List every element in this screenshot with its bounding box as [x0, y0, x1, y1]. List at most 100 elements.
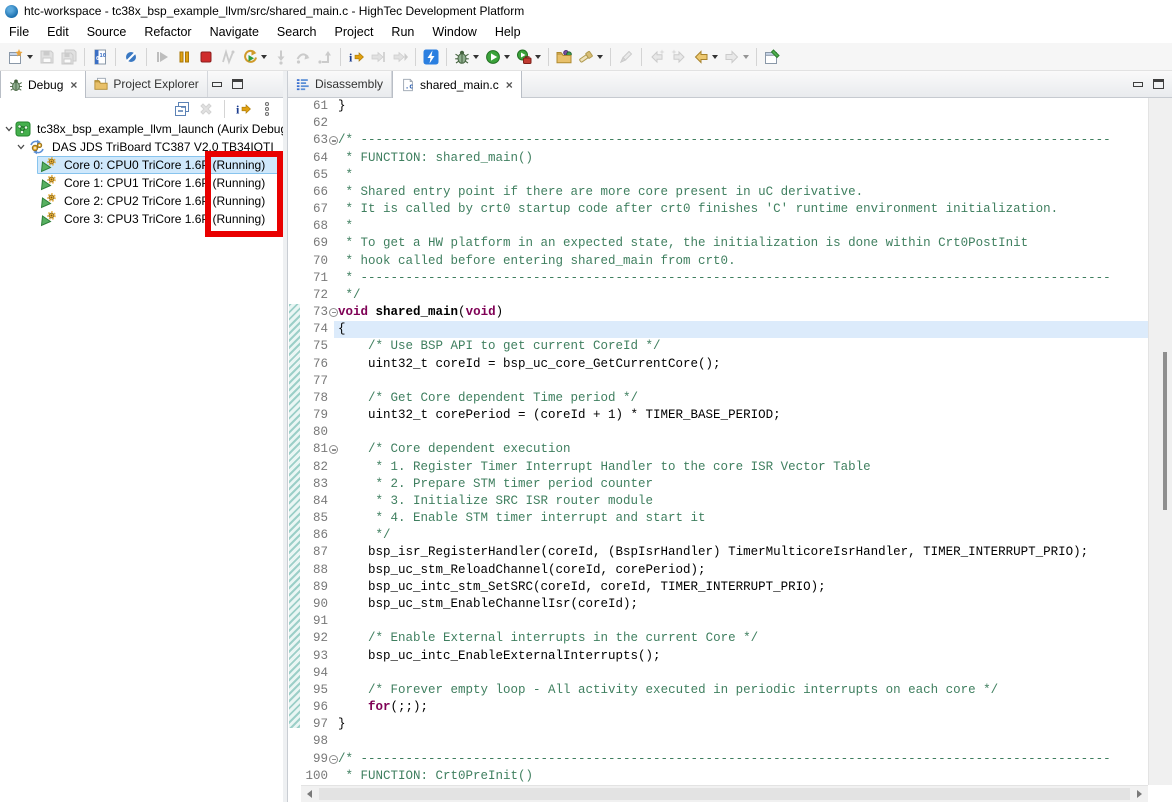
code-line[interactable]: 77: [301, 373, 1148, 390]
code-line[interactable]: 94: [301, 665, 1148, 682]
code-line[interactable]: 74 {: [301, 321, 1148, 339]
collapse-all-button[interactable]: [172, 99, 192, 119]
fold-collapse-icon[interactable]: [329, 308, 338, 318]
pin-editor-button[interactable]: [761, 45, 783, 69]
code-line[interactable]: 76 uint32_t coreId = bsp_uc_core_GetCurr…: [301, 356, 1148, 373]
menu-item-edit[interactable]: Edit: [38, 22, 78, 43]
dropdown-arrow-icon[interactable]: [712, 54, 718, 59]
dropdown-arrow-icon[interactable]: [743, 54, 749, 59]
code-line[interactable]: 93 bsp_uc_intc_EnableExternalInterrupts(…: [301, 648, 1148, 665]
menu-item-file[interactable]: File: [0, 22, 38, 43]
maximize-view-button[interactable]: [232, 79, 243, 89]
menu-item-window[interactable]: Window: [423, 22, 485, 43]
fold-collapse-icon[interactable]: [329, 754, 338, 764]
code-line[interactable]: 82 * 1. Register Timer Interrupt Handler…: [301, 459, 1148, 476]
tab-debug[interactable]: Debug ×: [0, 71, 87, 98]
scroll-right-arrow[interactable]: [1131, 786, 1148, 802]
maximize-editor-button[interactable]: [1153, 79, 1164, 89]
code-line[interactable]: 96 for(;;);: [301, 699, 1148, 716]
code-line[interactable]: 83 * 2. Prepare STM timer period counter: [301, 476, 1148, 493]
vertical-scrollbar-thumb[interactable]: [1163, 352, 1167, 510]
new-wizard-button[interactable]: [5, 45, 36, 69]
view-menu-button[interactable]: [257, 99, 277, 119]
dropdown-arrow-icon[interactable]: [535, 54, 541, 59]
menu-item-navigate[interactable]: Navigate: [201, 22, 268, 43]
restart-button[interactable]: [239, 45, 270, 69]
code-line[interactable]: 88 bsp_uc_stm_ReloadChannel(coreId, core…: [301, 562, 1148, 579]
tab-disassembly[interactable]: Disassembly: [288, 71, 393, 97]
code-line[interactable]: 84 * 3. Initialize SRC ISR router module: [301, 493, 1148, 510]
code-line[interactable]: 86 */: [301, 527, 1148, 544]
open-file-button[interactable]: [553, 45, 575, 69]
code-line[interactable]: 98: [301, 733, 1148, 750]
suspend-button[interactable]: [173, 45, 195, 69]
fold-collapse-icon[interactable]: [329, 136, 338, 146]
code-line[interactable]: 67 * It is called by crt0 startup code a…: [301, 201, 1148, 218]
code-line[interactable]: 62: [301, 115, 1148, 132]
menu-item-run[interactable]: Run: [382, 22, 423, 43]
close-icon[interactable]: ×: [68, 78, 77, 92]
code-line[interactable]: 91: [301, 613, 1148, 630]
code-line[interactable]: 85 * 4. Enable STM timer interrupt and s…: [301, 510, 1148, 527]
code-line[interactable]: 64 * FUNCTION: shared_main(): [301, 150, 1148, 167]
horizontal-scrollbar[interactable]: [301, 785, 1148, 802]
menu-item-help[interactable]: Help: [486, 22, 530, 43]
tab-project-explorer[interactable]: Project Explorer: [86, 71, 208, 97]
code-line[interactable]: 80: [301, 424, 1148, 441]
menu-item-search[interactable]: Search: [268, 22, 326, 43]
debug-button[interactable]: [451, 45, 482, 69]
chevron-down-icon[interactable]: [4, 124, 14, 134]
dropdown-arrow-icon[interactable]: [597, 54, 603, 59]
code-line[interactable]: 66 * Shared entry point if there are mor…: [301, 184, 1148, 201]
code-area[interactable]: 61} 62 63/* ------------------------------…: [301, 98, 1148, 785]
fold-collapse-icon[interactable]: [329, 445, 338, 455]
vertical-scrollbar[interactable]: [1148, 98, 1172, 785]
code-line[interactable]: 69 * To get a HW platform in an expected…: [301, 235, 1148, 252]
scroll-left-arrow[interactable]: [301, 786, 318, 802]
menu-item-project[interactable]: Project: [326, 22, 383, 43]
code-line[interactable]: 95 /* Forever empty loop - All activity …: [301, 682, 1148, 699]
run-button[interactable]: [482, 45, 513, 69]
code-line[interactable]: 73 void shared_main(void): [301, 304, 1148, 321]
skip-all-breakpoints-button[interactable]: [120, 45, 142, 69]
code-line[interactable]: 89 bsp_uc_intc_stm_SetSRC(coreId, coreId…: [301, 579, 1148, 596]
code-line[interactable]: 100 * FUNCTION: Crt0PreInit(): [301, 768, 1148, 785]
code-line[interactable]: 65 *: [301, 167, 1148, 184]
code-line[interactable]: 61}: [301, 98, 1148, 115]
menu-item-source[interactable]: Source: [78, 22, 136, 43]
debug-tree-node[interactable]: tc38x_bsp_example_llvm_launch (Aurix Deb…: [0, 120, 287, 138]
code-line[interactable]: 81 /* Core dependent execution: [301, 441, 1148, 458]
code-line[interactable]: 87 bsp_isr_RegisterHandler(coreId, (BspI…: [301, 544, 1148, 561]
code-line[interactable]: 78 /* Get Core dependent Time period */: [301, 390, 1148, 407]
horizontal-scrollbar-thumb[interactable]: [319, 788, 1130, 800]
terminate-button[interactable]: [195, 45, 217, 69]
close-icon[interactable]: ×: [504, 78, 513, 92]
minimize-editor-button[interactable]: [1133, 81, 1143, 87]
binary-file-button[interactable]: [89, 45, 111, 69]
code-line[interactable]: 72 */: [301, 287, 1148, 304]
code-line[interactable]: 68 *: [301, 218, 1148, 235]
code-line[interactable]: 92 /* Enable External interrupts in the …: [301, 630, 1148, 647]
minimize-view-button[interactable]: [212, 81, 222, 87]
dropdown-arrow-icon[interactable]: [504, 54, 510, 59]
instruction-stepping-button[interactable]: [345, 45, 367, 69]
instruction-stepping-toggle[interactable]: [233, 99, 253, 119]
dropdown-arrow-icon[interactable]: [261, 54, 267, 59]
tab-shared-main-c[interactable]: shared_main.c ×: [392, 71, 522, 98]
source-editor[interactable]: 61} 62 63/* ------------------------------…: [288, 98, 1172, 802]
dropdown-arrow-icon[interactable]: [27, 54, 33, 59]
code-line[interactable]: 97}: [301, 716, 1148, 733]
code-line[interactable]: 79 uint32_t corePeriod = (coreId + 1) * …: [301, 407, 1148, 424]
external-tools-button[interactable]: [513, 45, 544, 69]
code-line[interactable]: 70 * hook called before entering shared_…: [301, 253, 1148, 270]
code-line[interactable]: 99 /* -----------------------------------…: [301, 751, 1148, 768]
code-line[interactable]: 75 /* Use BSP API to get current CoreId …: [301, 338, 1148, 355]
chevron-down-icon[interactable]: [16, 142, 26, 152]
code-line[interactable]: 63 /* -----------------------------------…: [301, 132, 1148, 149]
flash-button[interactable]: [420, 45, 442, 69]
dropdown-arrow-icon[interactable]: [473, 54, 479, 59]
menu-item-refactor[interactable]: Refactor: [135, 22, 200, 43]
code-line[interactable]: 71 * -----------------------------------…: [301, 270, 1148, 287]
search-button[interactable]: [575, 45, 606, 69]
code-line[interactable]: 90 bsp_uc_stm_EnableChannelIsr(coreId);: [301, 596, 1148, 613]
